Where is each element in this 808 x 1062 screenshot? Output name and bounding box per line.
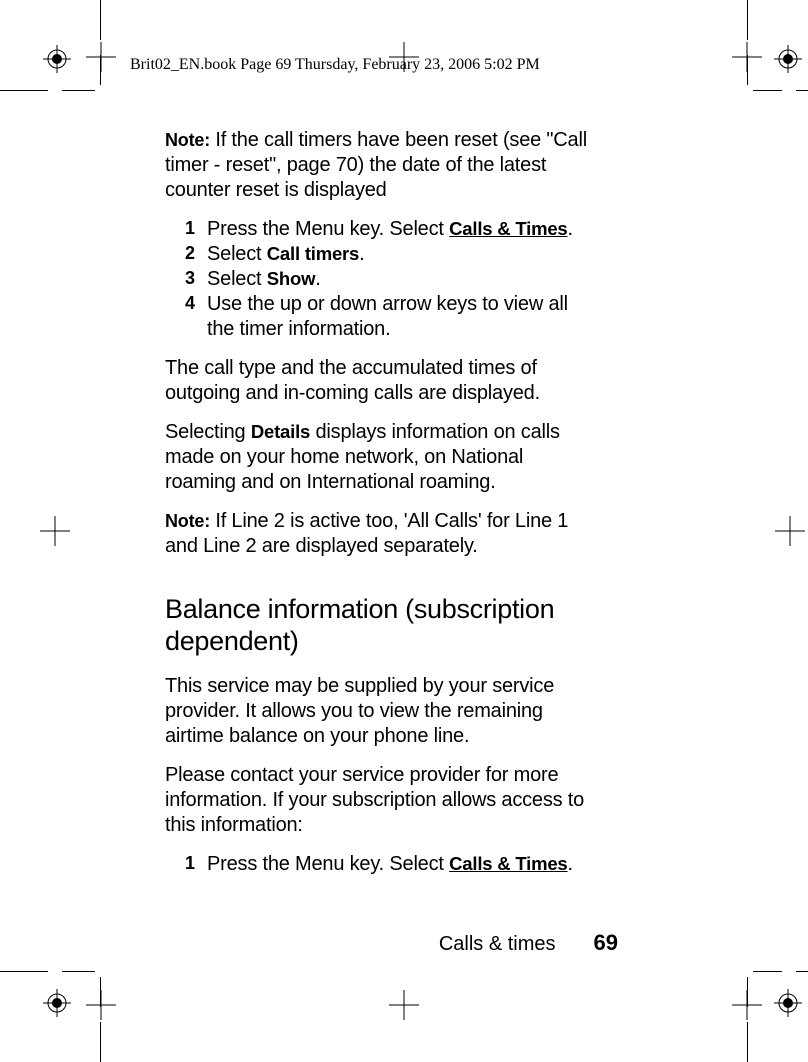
body-paragraph: Selecting Details displays information o… <box>165 420 595 495</box>
menu-item: Details <box>251 421 310 442</box>
cross-mark-icon <box>86 42 116 72</box>
menu-item: Calls & Times <box>449 853 567 874</box>
step-item: 3 Select Show. <box>185 267 595 292</box>
body-paragraph: The call type and the accumulated times … <box>165 356 595 406</box>
step-text: Use the up or down arrow keys to view al… <box>207 292 595 342</box>
page-number: 69 <box>594 930 618 956</box>
cross-mark-icon <box>389 990 419 1020</box>
body-paragraph: This service may be supplied by your ser… <box>165 674 595 749</box>
steps-list: 1 Press the Menu key. Select Calls & Tim… <box>185 217 595 342</box>
step-item: 2 Select Call timers. <box>185 242 595 267</box>
crop-line <box>753 90 782 91</box>
step-number: 3 <box>185 267 207 292</box>
crop-line <box>100 1022 101 1062</box>
registration-mark-icon <box>43 45 71 73</box>
crop-line <box>753 971 782 972</box>
page-content: Note: If the call timers have been reset… <box>165 128 595 891</box>
crop-line <box>100 0 101 40</box>
registration-mark-icon <box>43 989 71 1017</box>
step-number: 2 <box>185 242 207 267</box>
crop-line <box>747 0 748 40</box>
menu-item: Call timers <box>267 243 359 264</box>
step-item: 4 Use the up or down arrow keys to view … <box>185 292 595 342</box>
registration-mark-icon <box>774 45 802 73</box>
section-heading: Balance information (subscription depend… <box>165 593 595 658</box>
step-item: 1 Press the Menu key. Select Calls & Tim… <box>185 852 595 877</box>
body-paragraph: Please contact your service provider for… <box>165 763 595 838</box>
note-text: If the call timers have been reset (see … <box>165 129 587 201</box>
cross-mark-icon <box>40 516 70 546</box>
cross-mark-icon <box>732 42 762 72</box>
step-text: Press the Menu key. Select Calls & Times… <box>207 217 595 242</box>
step-text: Select Call timers. <box>207 242 595 267</box>
note-paragraph: Note: If the call timers have been reset… <box>165 128 595 203</box>
note-text: If Line 2 is active too, 'All Calls' for… <box>165 510 568 557</box>
crop-line <box>0 90 48 91</box>
page-footer: Calls & times 69 <box>439 930 618 956</box>
crop-line <box>747 1022 748 1062</box>
step-text: Press the Menu key. Select Calls & Times… <box>207 852 595 877</box>
cross-mark-icon <box>775 516 805 546</box>
step-number: 4 <box>185 292 207 342</box>
step-item: 1 Press the Menu key. Select Calls & Tim… <box>185 217 595 242</box>
step-number: 1 <box>185 852 207 877</box>
crop-line <box>62 971 95 972</box>
crop-line <box>796 90 808 91</box>
menu-item: Calls & Times <box>449 218 567 239</box>
footer-section: Calls & times <box>439 933 556 956</box>
cross-mark-icon <box>732 990 762 1020</box>
cross-mark-icon <box>86 990 116 1020</box>
menu-item: Show <box>267 268 316 289</box>
note-paragraph: Note: If Line 2 is active too, 'All Call… <box>165 509 595 559</box>
step-number: 1 <box>185 217 207 242</box>
note-label: Note: <box>165 511 210 531</box>
crop-line <box>0 971 48 972</box>
registration-mark-icon <box>774 989 802 1017</box>
note-label: Note: <box>165 130 210 150</box>
running-head: Brit02_EN.book Page 69 Thursday, Februar… <box>130 56 540 74</box>
steps-list: 1 Press the Menu key. Select Calls & Tim… <box>185 852 595 877</box>
step-text: Select Show. <box>207 267 595 292</box>
crop-line <box>62 90 95 91</box>
crop-line <box>796 971 808 972</box>
